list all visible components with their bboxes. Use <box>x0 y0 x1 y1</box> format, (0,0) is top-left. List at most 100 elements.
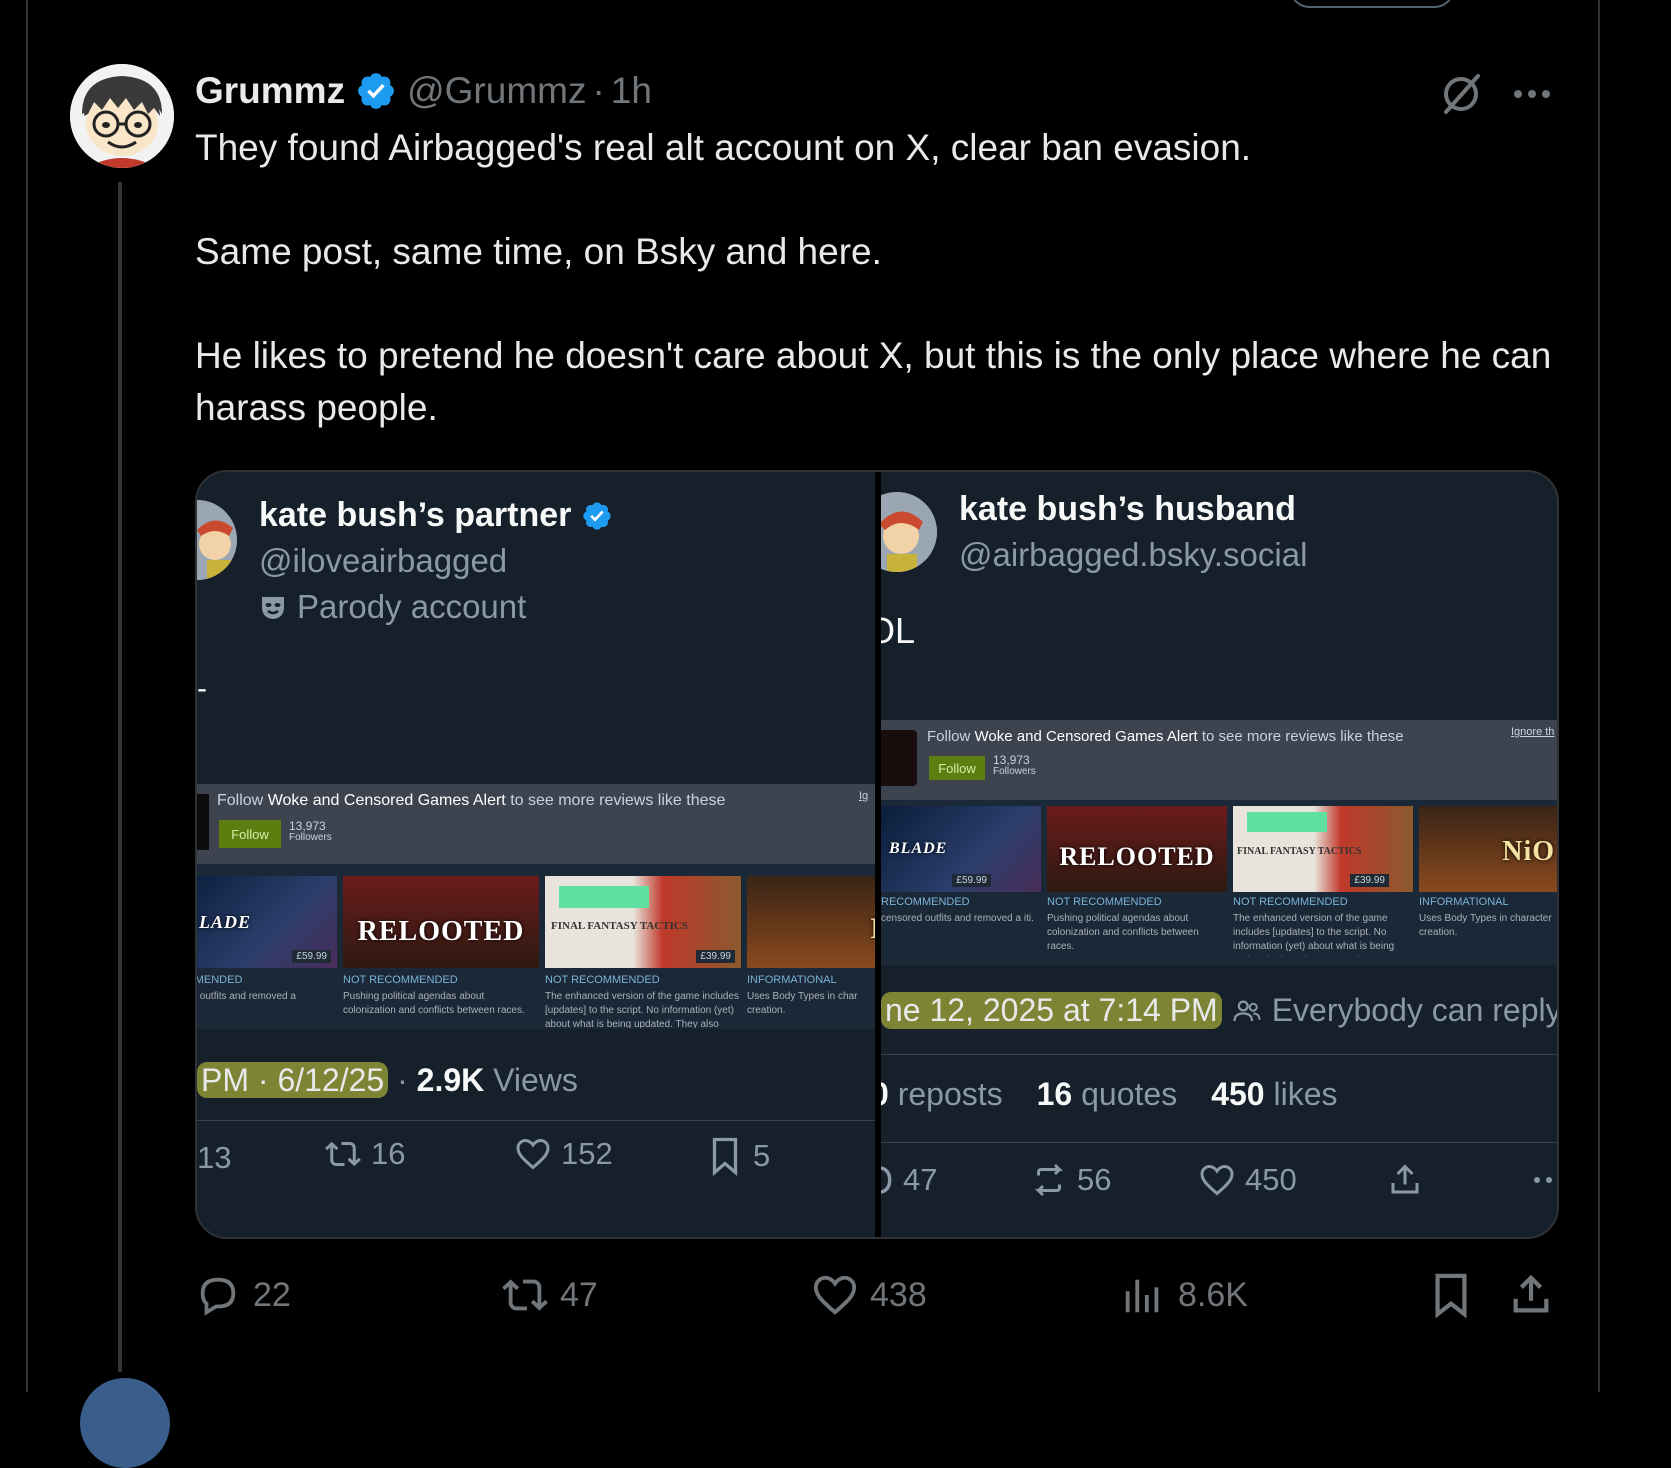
like-button[interactable]: 438 <box>812 1272 927 1318</box>
curator-followers: 13,973 Followers <box>993 753 1036 777</box>
like-count: 438 <box>870 1275 927 1314</box>
bsky-handle: @airbagged.bsky.social <box>959 536 1308 573</box>
reply-setting: Everybody can reply <box>1271 992 1557 1028</box>
divider <box>881 1142 1557 1143</box>
post-paragraph: They found Airbagged's real alt account … <box>195 127 1252 168</box>
curator-ignore-link: Ig <box>859 790 869 802</box>
game-tiles: BLADE £59.99 RECOMMENDED censored outfit… <box>881 806 1557 965</box>
parody-name-text: kate bush’s partner <box>259 496 572 534</box>
divider <box>197 1120 875 1121</box>
views-count: 8.6K <box>1178 1275 1248 1314</box>
bsky-avatar <box>881 492 937 572</box>
curator-ignore-link: Ignore th <box>1511 726 1555 738</box>
game-tile: FINAL FANTASY TACTICS £39.99 NOT RECOMME… <box>1233 806 1413 965</box>
parody-display-name: kate bush’s partner <box>259 496 613 535</box>
more-action <box>1531 1162 1557 1198</box>
verified-badge-icon[interactable] <box>355 70 397 112</box>
x-post-screenshot: kate bush’s partner @iloveairbagged Paro… <box>197 472 875 1237</box>
share-icon <box>1391 1164 1419 1194</box>
previous-post-button-edge[interactable] <box>1290 0 1454 8</box>
post-paragraph: He likes to pretend he doesn't care abou… <box>195 335 1552 428</box>
heart-icon <box>813 1275 857 1315</box>
post-header: Grummz @Grummz · 1h <box>195 66 652 116</box>
curator-thumbnail <box>881 730 917 786</box>
reply-count: 47 <box>881 1162 937 1198</box>
game-tile: FINAL FANTASY TACTICS £39.99 NOT RECOMME… <box>545 876 741 1029</box>
game-tile: BLADE £59.99 RECOMMENDED censored outfit… <box>881 806 1041 965</box>
reply-count: 13 <box>197 1140 232 1175</box>
bookmark-icon <box>1435 1273 1467 1318</box>
repost-count: 16 <box>325 1136 405 1172</box>
bsky-stats: 0 reposts 16 quotes 450 likes <box>881 1076 1338 1112</box>
post-paragraph: Same post, same time, on Bsky and here. <box>195 231 882 272</box>
bsky-post-screenshot: kate bush’s husband @airbagged.bsky.soci… <box>881 472 1557 1237</box>
game-tiles: LADE £59.99 OMMENDED ored outfits and re… <box>197 876 875 1029</box>
anime-character-icon <box>881 492 937 572</box>
parody-avatar <box>197 500 237 580</box>
bsky-display-name: kate bush’s husband <box>959 490 1296 528</box>
grok-icon[interactable] <box>1438 70 1484 116</box>
steam-curator-screenshot: Follow Woke and Censored Games Alert to … <box>197 784 875 1029</box>
post-timestamp-views: PM · 6/12/25 · 2.9K Views <box>197 1062 578 1099</box>
analytics-icon <box>1125 1279 1159 1313</box>
share-action <box>1387 1162 1423 1198</box>
highlighted-timestamp: ne 12, 2025 at 7:14 PM <box>881 992 1222 1029</box>
highlighted-timestamp: PM · 6/12/25 <box>197 1062 389 1098</box>
share-button[interactable] <box>1508 1272 1554 1318</box>
more-dots-icon <box>1534 1177 1552 1183</box>
like-count: 152 <box>515 1136 613 1172</box>
share-icon <box>1513 1274 1549 1313</box>
heart-icon <box>1200 1164 1234 1196</box>
reply-count: 22 <box>253 1275 291 1314</box>
thread-connector-line <box>118 182 122 1372</box>
bookmark-count: 5 <box>707 1136 770 1176</box>
cartoon-face-icon <box>70 64 174 168</box>
author-avatar[interactable] <box>70 64 174 168</box>
curator-follow-button: Follow <box>219 820 281 848</box>
post-text: They found Airbagged's real alt account … <box>195 122 1565 434</box>
bsky-timestamp-line: ne 12, 2025 at 7:14 PM Everybody can rep… <box>881 992 1557 1029</box>
game-tile: NiO INFORMATIONAL Uses Body Types in cha… <box>1419 806 1557 965</box>
verified-badge-icon <box>581 500 613 532</box>
reply-icon <box>200 1277 236 1316</box>
parody-handle: @iloveairbagged <box>259 542 508 579</box>
bookmark-button[interactable] <box>1428 1272 1474 1318</box>
repost-button[interactable]: 47 <box>502 1272 598 1318</box>
header-separator: · <box>592 70 605 111</box>
post-text-fragment: - <box>197 672 207 705</box>
game-tile: N INFORMATIONAL Uses Body Types in char … <box>747 876 875 1029</box>
timeline-left-border <box>26 0 28 1392</box>
divider <box>881 1054 1557 1055</box>
anime-character-icon <box>197 500 237 580</box>
curator-followers: 13,973 Followers <box>289 819 332 843</box>
post-time[interactable]: 1h <box>611 70 652 112</box>
views-label: Views <box>493 1062 578 1098</box>
views-button[interactable]: 8.6K <box>1120 1272 1248 1318</box>
author-name[interactable]: Grummz <box>195 70 345 112</box>
parody-label: Parody account <box>259 588 526 626</box>
curator-follow-text: Follow Woke and Censored Games Alert to … <box>927 728 1404 745</box>
steam-follow-bar: Follow Woke and Censored Games Alert to … <box>881 720 1557 800</box>
repost-count: 56 <box>1031 1162 1111 1198</box>
views-count: 2.9K <box>416 1062 485 1098</box>
curator-follow-button: Follow <box>929 756 985 780</box>
parody-label-text: Parody account <box>297 588 527 625</box>
steam-curator-screenshot: Follow Woke and Censored Games Alert to … <box>881 720 1557 965</box>
reply-button[interactable]: 22 <box>195 1272 291 1318</box>
heart-icon <box>516 1138 550 1170</box>
bookmark-icon <box>712 1137 738 1176</box>
steam-follow-bar: Follow Woke and Censored Games Alert to … <box>197 784 875 864</box>
curator-thumbnail <box>197 794 209 850</box>
more-options-icon[interactable] <box>1510 74 1554 114</box>
repost-icon <box>502 1279 548 1311</box>
repost-count: 47 <box>560 1275 598 1314</box>
people-icon <box>1233 1000 1261 1021</box>
attached-image[interactable]: kate bush’s partner @iloveairbagged Paro… <box>195 470 1559 1239</box>
author-handle[interactable]: @Grummz <box>407 70 586 112</box>
ff-logo-bar <box>559 886 649 908</box>
bsky-post-text: OL <box>881 610 916 651</box>
repost-icon <box>325 1141 361 1167</box>
game-tile: LADE £59.99 OMMENDED ored outfits and re… <box>197 876 337 1029</box>
reply-icon <box>881 1166 892 1194</box>
timeline-right-border <box>1598 0 1600 1392</box>
